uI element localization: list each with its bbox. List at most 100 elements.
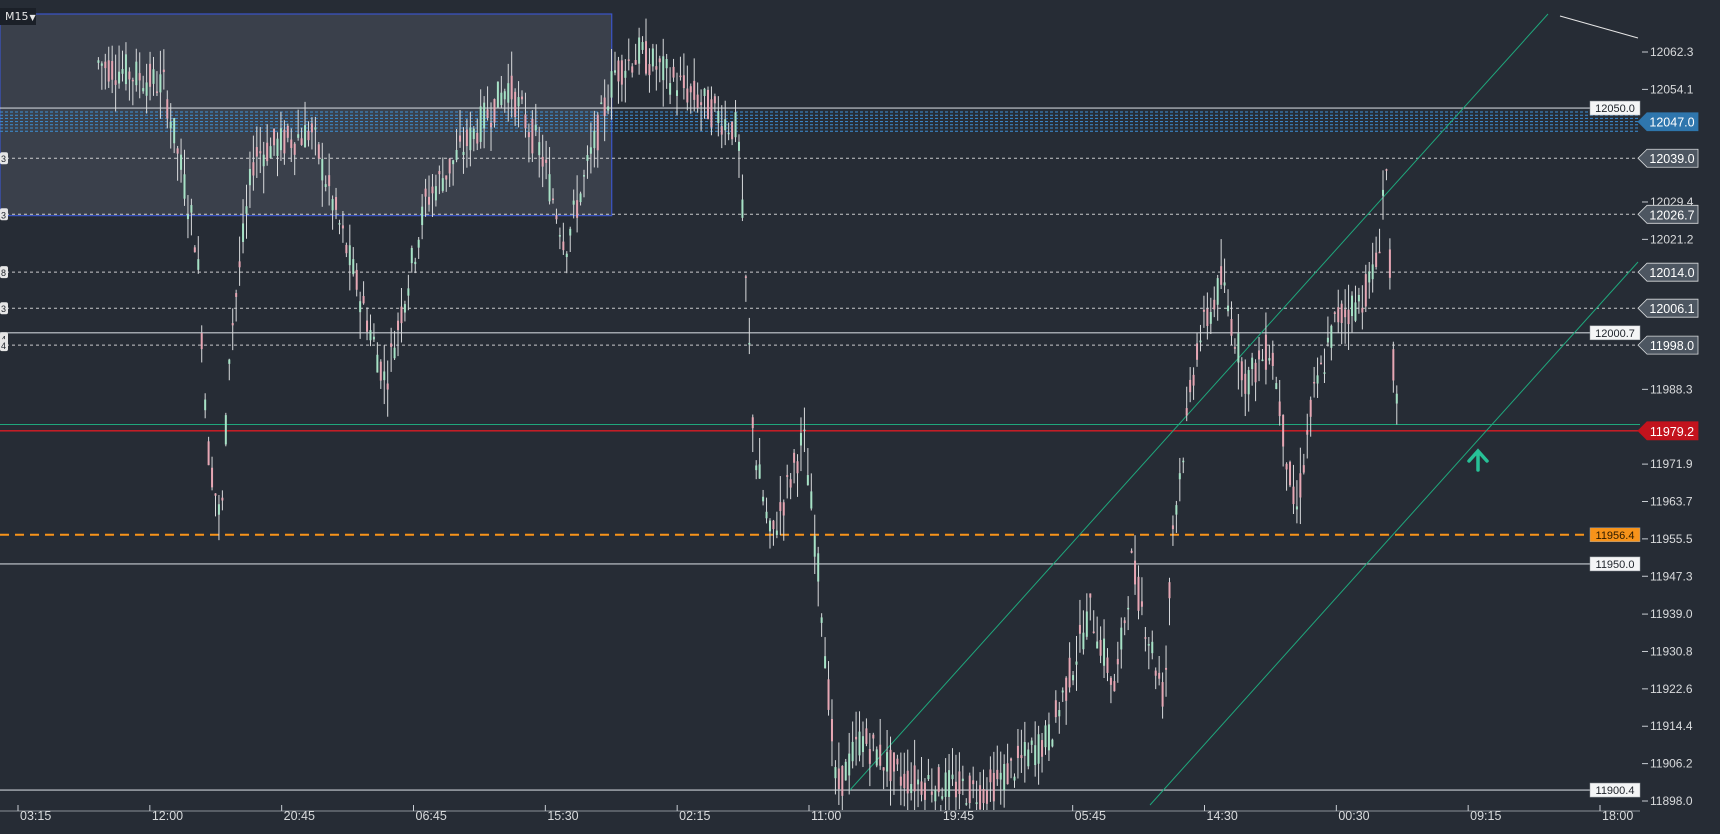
candle[interactable] [614, 70, 616, 73]
candle[interactable] [1357, 294, 1360, 302]
candle[interactable] [386, 383, 389, 390]
candle[interactable] [1209, 311, 1212, 324]
candle[interactable] [892, 752, 895, 772]
candle[interactable] [190, 205, 193, 213]
candle[interactable] [1333, 312, 1336, 314]
candle[interactable] [607, 106, 610, 111]
candle[interactable] [1151, 641, 1154, 654]
candle[interactable] [390, 343, 393, 347]
candle[interactable] [1154, 670, 1157, 676]
candle[interactable] [1175, 505, 1178, 515]
candle[interactable] [217, 504, 220, 515]
price-chart[interactable]: 12062.312054.112029.412021.211988.311971… [0, 0, 1720, 834]
candle[interactable] [1106, 657, 1109, 673]
candle[interactable] [486, 109, 489, 119]
candle[interactable] [1085, 611, 1088, 637]
candle[interactable] [1147, 644, 1150, 646]
candle[interactable] [696, 94, 699, 109]
candle[interactable] [1165, 667, 1168, 670]
candle[interactable] [1313, 381, 1316, 384]
candle[interactable] [152, 69, 155, 84]
candle[interactable] [138, 73, 141, 81]
candle[interactable] [1137, 576, 1140, 611]
candle[interactable] [858, 731, 861, 756]
candle[interactable] [755, 465, 758, 471]
candle[interactable] [651, 48, 654, 67]
candle[interactable] [135, 61, 138, 86]
candle[interactable] [682, 75, 685, 89]
candle[interactable] [293, 143, 296, 155]
candle[interactable] [1030, 740, 1033, 745]
candle[interactable] [359, 301, 362, 313]
candle[interactable] [1285, 463, 1288, 470]
candle[interactable] [930, 791, 933, 795]
candle[interactable] [248, 168, 251, 186]
candle[interactable] [1037, 734, 1040, 764]
candle[interactable] [1051, 739, 1054, 747]
candle[interactable] [242, 223, 245, 242]
candle[interactable] [1316, 375, 1319, 384]
candle[interactable] [1258, 350, 1261, 360]
candle[interactable] [1326, 337, 1329, 343]
candle[interactable] [421, 206, 424, 226]
candle[interactable] [262, 154, 265, 167]
candle[interactable] [689, 86, 692, 93]
candle[interactable] [1275, 383, 1278, 390]
candle[interactable] [1189, 379, 1192, 393]
candle[interactable] [703, 88, 706, 96]
candle[interactable] [1158, 672, 1161, 679]
candle[interactable] [273, 129, 276, 146]
candle[interactable] [1216, 278, 1219, 305]
candle[interactable] [748, 342, 751, 345]
up-arrow-icon[interactable] [1467, 448, 1489, 472]
candle[interactable] [1361, 307, 1364, 313]
candle[interactable] [400, 306, 403, 324]
candle[interactable] [1023, 742, 1026, 756]
candle[interactable] [186, 214, 189, 220]
candle[interactable] [586, 155, 589, 161]
candle[interactable] [317, 144, 320, 159]
candle[interactable] [352, 259, 355, 275]
candle[interactable] [534, 124, 537, 131]
candle[interactable] [665, 59, 668, 69]
candle[interactable] [1027, 749, 1030, 767]
candle[interactable] [937, 767, 940, 793]
candle[interactable] [706, 89, 709, 119]
candle[interactable] [1354, 302, 1357, 321]
candle[interactable] [355, 269, 358, 290]
candle[interactable] [861, 736, 864, 753]
candle[interactable] [886, 752, 889, 772]
candle[interactable] [441, 178, 444, 191]
candle[interactable] [1295, 506, 1298, 510]
candle[interactable] [142, 88, 145, 92]
candle[interactable] [1375, 252, 1378, 267]
candle[interactable] [193, 247, 196, 253]
candle[interactable] [779, 502, 782, 512]
candle[interactable] [417, 239, 420, 248]
candle[interactable] [827, 679, 830, 710]
candle[interactable] [758, 464, 761, 479]
candle[interactable] [545, 159, 548, 163]
candle[interactable] [1003, 764, 1006, 791]
candle[interactable] [768, 520, 771, 532]
candle[interactable] [465, 129, 468, 147]
candle[interactable] [221, 497, 224, 501]
candle[interactable] [744, 276, 747, 278]
candle[interactable] [180, 154, 183, 170]
candle[interactable] [658, 58, 661, 63]
candle[interactable] [1261, 359, 1264, 362]
candle[interactable] [1072, 675, 1075, 681]
candle[interactable] [531, 118, 534, 154]
candle[interactable] [493, 99, 496, 123]
candle[interactable] [300, 138, 303, 145]
candle[interactable] [720, 126, 723, 135]
candle[interactable] [310, 123, 313, 133]
candle[interactable] [865, 728, 868, 744]
candle[interactable] [579, 193, 582, 203]
candle[interactable] [1340, 303, 1343, 324]
candle[interactable] [824, 656, 827, 669]
candle[interactable] [1223, 282, 1226, 286]
candle[interactable] [934, 789, 937, 802]
candle[interactable] [965, 803, 968, 805]
candle[interactable] [817, 553, 820, 582]
